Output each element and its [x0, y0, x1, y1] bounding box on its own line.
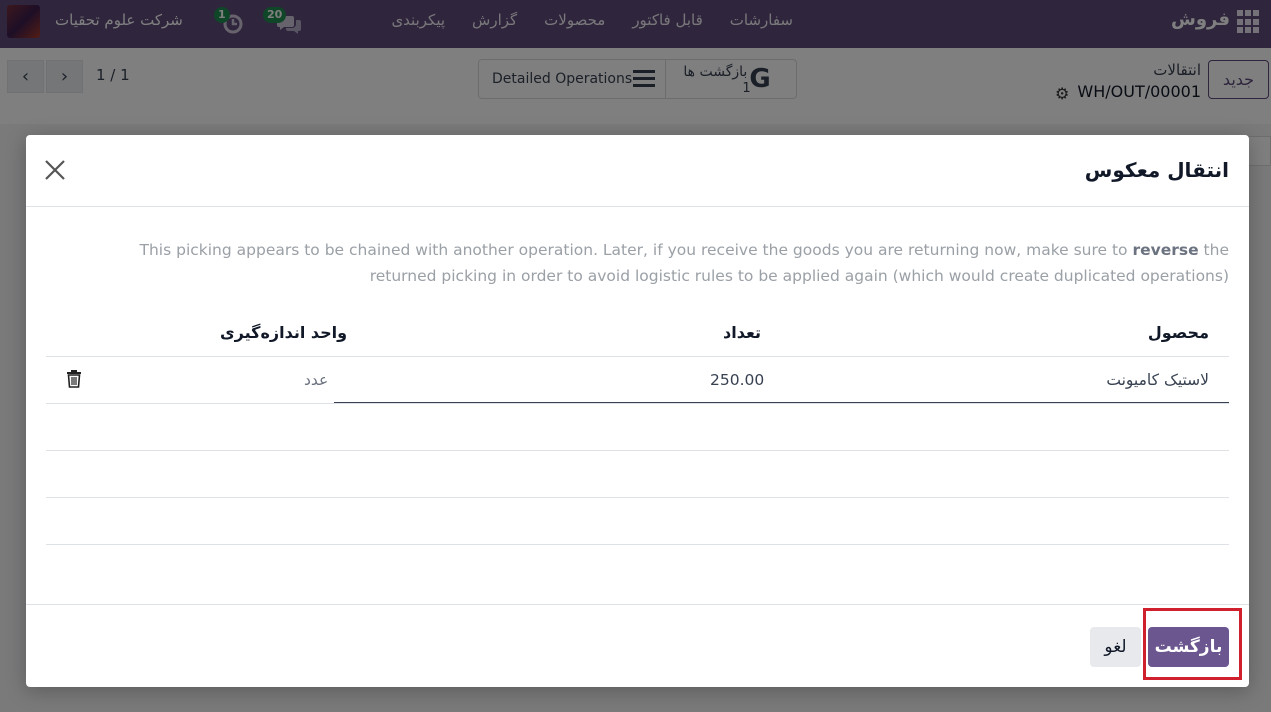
column-header-uom[interactable]: واحد اندازه‌گیری [220, 323, 347, 342]
warning-text-start: This picking appears to be chained with … [139, 241, 1133, 259]
product-cell[interactable]: لاستیک کامیونت [1106, 371, 1209, 389]
table-row[interactable]: لاستیک کامیونت 250.00 عدد [46, 356, 1229, 403]
table-row [46, 497, 1229, 545]
highlight-annotation-box [1143, 608, 1242, 680]
table-row [46, 403, 1229, 450]
cancel-button[interactable]: لغو [1090, 627, 1141, 667]
dialog-title: انتقال معکوس [1084, 158, 1229, 182]
chained-picking-warning: This picking appears to be chained with … [79, 237, 1230, 289]
column-header-product[interactable]: محصول [1148, 323, 1209, 342]
column-header-quantity[interactable]: تعداد [723, 323, 761, 342]
dialog-header: انتقال معکوس [26, 135, 1249, 207]
table-row [46, 450, 1229, 497]
warning-text-bold: reverse [1132, 241, 1199, 259]
uom-cell: عدد [304, 371, 329, 389]
close-icon[interactable] [42, 157, 68, 183]
reverse-transfer-dialog: انتقال معکوس This picking appears to be … [26, 135, 1249, 687]
trash-icon[interactable] [66, 370, 82, 392]
dialog-footer: بازگشت لغو [26, 604, 1249, 687]
quantity-input[interactable]: 250.00 [710, 371, 764, 389]
